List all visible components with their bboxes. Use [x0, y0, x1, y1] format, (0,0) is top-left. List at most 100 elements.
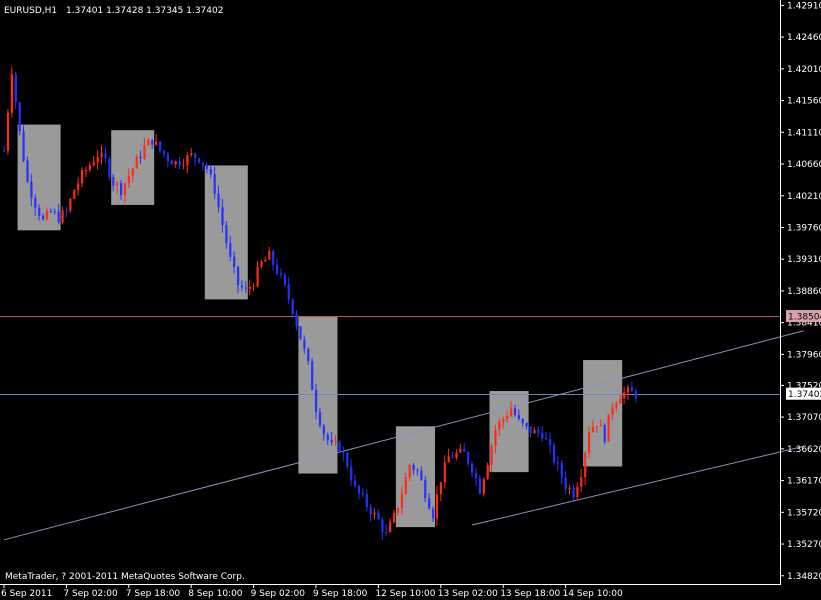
- candle-body: [116, 183, 119, 186]
- y-tick-label: 1.41110: [787, 128, 821, 138]
- price-tag-label: 1.37402: [788, 390, 821, 400]
- candle-body: [237, 266, 240, 286]
- candle-body: [510, 408, 513, 417]
- candle-body: [155, 141, 158, 145]
- x-tick-label: 14 Sep 10:00: [563, 589, 623, 599]
- candle-body: [549, 439, 552, 446]
- candle-body: [81, 170, 84, 184]
- candle-body: [225, 225, 228, 244]
- x-tick-label: 9 Sep 02:00: [251, 589, 306, 599]
- candle-body: [560, 463, 563, 478]
- candle-body: [474, 472, 478, 479]
- candle-body: [572, 488, 575, 498]
- candle-body: [576, 486, 579, 498]
- candle-body: [498, 421, 501, 430]
- candle-body: [439, 482, 442, 495]
- y-tick-label: 1.36170: [787, 477, 821, 487]
- candle-body: [268, 251, 271, 260]
- candle-body: [100, 152, 103, 157]
- candle-body: [88, 165, 91, 171]
- price-tag-label: 1.38504: [788, 313, 821, 323]
- candle-body: [73, 189, 76, 199]
- candle-body: [318, 412, 322, 426]
- candle-body: [209, 168, 212, 175]
- candle-body: [240, 285, 244, 288]
- candle-body: [252, 286, 255, 288]
- candle-body: [213, 174, 216, 194]
- candle-body: [69, 198, 72, 211]
- candle-body: [38, 207, 41, 216]
- candle-body: [123, 183, 127, 195]
- candle-body: [307, 348, 310, 362]
- x-tick-label: 12 Sep 10:00: [375, 589, 435, 599]
- x-tick-label: 13 Sep 18:00: [500, 589, 560, 599]
- candle-body: [10, 74, 13, 113]
- y-tick-label: 1.39760: [787, 223, 821, 233]
- y-tick-label: 1.37960: [787, 350, 821, 360]
- candle-body: [131, 168, 134, 176]
- candle-body: [147, 139, 150, 146]
- candle-body: [291, 299, 294, 314]
- candle-body: [205, 165, 208, 169]
- candle-body: [564, 477, 567, 490]
- candle-body: [400, 494, 403, 508]
- candle-body: [194, 153, 197, 159]
- candle-body: [6, 112, 10, 151]
- candle-body: [490, 445, 493, 466]
- candle-body: [393, 512, 396, 522]
- candle-body: [159, 141, 162, 151]
- candle-body: [139, 156, 142, 159]
- candle-body: [607, 414, 610, 442]
- candle-body: [182, 165, 185, 167]
- candle-body: [256, 266, 259, 287]
- x-tick-label: 8 Sep 10:00: [188, 589, 243, 599]
- candle-body: [18, 102, 21, 132]
- candle-body: [634, 391, 637, 399]
- symbol-label: EURUSD,H1: [4, 6, 57, 16]
- candle-body: [525, 423, 528, 427]
- candle-body: [603, 424, 606, 442]
- candle-body: [30, 181, 33, 199]
- y-tick-label: 1.42010: [787, 65, 821, 75]
- price-chart[interactable]: 1.42910 1.42460 1.42010 1.41560 1.41110 1.406…: [0, 0, 821, 600]
- x-tick-label: 13 Sep 02:00: [438, 589, 498, 599]
- candle-body: [65, 210, 68, 212]
- candle-body: [14, 74, 17, 103]
- candle-body: [244, 287, 247, 289]
- candle-body: [104, 152, 107, 159]
- candle-body: [276, 264, 279, 274]
- candle-body: [588, 432, 591, 454]
- candle-body: [61, 210, 64, 223]
- y-tick-label: 1.37070: [787, 413, 821, 423]
- candle-body: [174, 161, 177, 165]
- candle-body: [365, 494, 368, 507]
- candle-body: [611, 407, 614, 415]
- candle-body: [369, 506, 372, 515]
- ohlc-readout: 1.37401 1.37428 1.37345 1.37402: [66, 6, 223, 16]
- candle-body: [34, 198, 37, 208]
- candle-body: [315, 389, 318, 413]
- candle-body: [408, 464, 411, 478]
- y-tick-label: 1.39310: [787, 255, 821, 265]
- candle-body: [447, 456, 450, 463]
- candle-body: [580, 477, 583, 487]
- candle-body: [467, 451, 470, 464]
- candle-body: [120, 183, 123, 195]
- candle-body: [424, 480, 427, 499]
- y-tick-label: 1.40210: [787, 192, 821, 202]
- y-tick-label: 1.35270: [787, 540, 821, 550]
- candle-body: [170, 160, 173, 165]
- candle-body: [201, 162, 205, 166]
- candle-body: [229, 243, 232, 257]
- candle-body: [513, 408, 517, 416]
- candle-body: [537, 430, 540, 433]
- candle-body: [521, 418, 524, 424]
- candle-body: [77, 183, 80, 190]
- candle-body: [186, 154, 189, 166]
- candle-body: [377, 512, 380, 520]
- candle-body: [279, 273, 283, 275]
- candle-body: [354, 480, 357, 486]
- candle-body: [350, 466, 353, 481]
- x-tick-label: 6 Sep 2011: [1, 589, 52, 599]
- candle-body: [357, 485, 361, 494]
